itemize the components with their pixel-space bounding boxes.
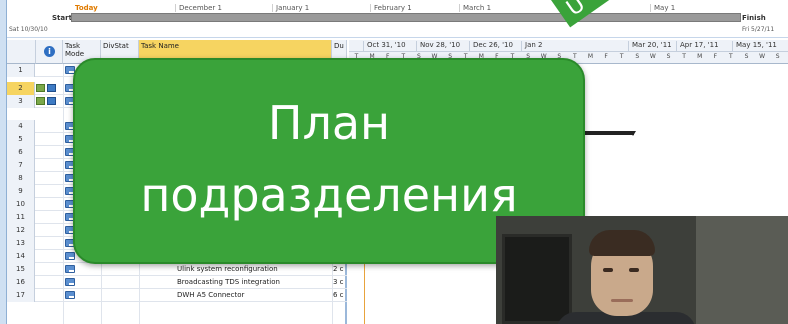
note-icon [47,84,56,92]
background-monitor [502,234,572,324]
task-mode-cell[interactable] [65,291,77,300]
gantt-week-label: Oct 31, '10 [363,41,406,52]
gantt-week-header: Oct 31, '10 Nov 28, '10 Dec 26, '10 Jan 2 Ma… [349,40,788,52]
title-line-1: План [267,96,391,150]
gantt-week-label: Dec 26, '10 [469,41,513,52]
row-number[interactable]: 6 [7,146,35,159]
gantt-week-label: May 15, '11 [732,41,777,52]
timeline-finish-label: Finish [742,14,766,22]
note-icon [47,97,56,105]
timeline-month-label: February 1 [370,4,412,12]
timeline-bar[interactable] [71,13,741,22]
gantt-day-label: S [635,53,640,60]
row-number[interactable]: 12 [7,224,35,237]
gantt-day-label: M [697,53,703,60]
duration-cell[interactable]: 2 c [333,263,347,276]
timeline[interactable]: Today December 1 January 1 February 1 Ma… [7,0,788,38]
row-number[interactable]: 17 [7,289,35,302]
duration-cell[interactable]: 3 c [333,276,347,289]
row-number[interactable]: 4 [7,120,35,133]
task-name-cell[interactable]: Ulink system reconfiguration [141,263,331,276]
today-label: Today [75,4,98,12]
table-row[interactable]: 17 DWH A5 Connector 6 c [7,289,347,302]
row-number[interactable]: 10 [7,198,35,211]
gantt-week-label: Mar 20, '11 [628,41,672,52]
timeline-month-label: January 1 [272,4,309,12]
gantt-day-label: S [775,53,780,60]
row-number[interactable]: 16 [7,276,35,289]
task-name-cell[interactable]: DWH A5 Connector [141,289,331,302]
timeline-finish-date: Fri 5/27/11 [742,26,775,33]
auto-schedule-icon [65,265,75,273]
row-number[interactable]: 8 [7,172,35,185]
gantt-day-label: W [759,53,766,60]
gantt-day-label: T [682,53,686,60]
webcam-video [496,216,788,324]
row-number[interactable]: 15 [7,263,35,276]
gantt-day-label: S [666,53,671,60]
auto-schedule-icon [65,291,75,299]
row-number[interactable]: 9 [7,185,35,198]
background-wall [696,216,788,324]
presenter-eye [629,268,639,272]
timeline-start-label: Start [52,14,72,22]
gantt-day-label: T [619,53,624,60]
row-number[interactable]: 1 [7,64,35,77]
presenter-hair [589,230,655,256]
table-row[interactable]: 16 Broadcasting TDS integration 3 c [7,276,347,289]
row-number[interactable]: 5 [7,133,35,146]
gantt-day-label: W [649,53,656,60]
presenter-eye [603,268,613,272]
indicator-icons[interactable] [36,97,61,106]
row-number[interactable]: 11 [7,211,35,224]
gantt-day-label: M [587,53,594,60]
gantt-day-label: F [713,53,718,60]
title-line-2: подразделения [140,168,518,222]
gantt-day-label: T [729,53,733,60]
duration-cell[interactable]: 6 c [333,289,347,302]
table-icon [36,84,45,92]
row-number[interactable]: 14 [7,250,35,263]
gantt-day-label: S [744,53,749,60]
gantt-week-label: Apr 17, '11 [676,41,719,52]
gantt-week-label: Jan 2 [521,41,542,52]
task-mode-cell[interactable] [65,265,77,274]
row-number[interactable]: 7 [7,159,35,172]
indicator-icons[interactable] [36,84,61,93]
row-number[interactable]: 3 [7,95,35,108]
gantt-day-label: F [604,53,608,60]
row-number-header[interactable] [7,40,36,64]
info-icon: i [44,46,55,57]
table-row[interactable]: 15 Ulink system reconfiguration 2 c [7,263,347,276]
indicators-header[interactable]: i [36,40,63,64]
left-vertical-strip [0,0,7,324]
gantt-week-label: Nov 28, '10 [416,41,460,52]
table-icon [36,97,45,105]
auto-schedule-icon [65,278,75,286]
timeline-month-label: December 1 [175,4,222,12]
row-number[interactable]: 13 [7,237,35,250]
timeline-month-label: March 1 [459,4,491,12]
task-name-cell[interactable]: Broadcasting TDS integration [141,276,331,289]
timeline-month-label: May 1 [650,4,675,12]
timeline-start-date: Sat 10/30/10 [9,26,48,33]
task-mode-cell[interactable] [65,278,77,287]
auto-schedule-icon [65,252,75,260]
row-number[interactable]: 2 [7,82,35,95]
presenter-mouth [611,299,633,302]
